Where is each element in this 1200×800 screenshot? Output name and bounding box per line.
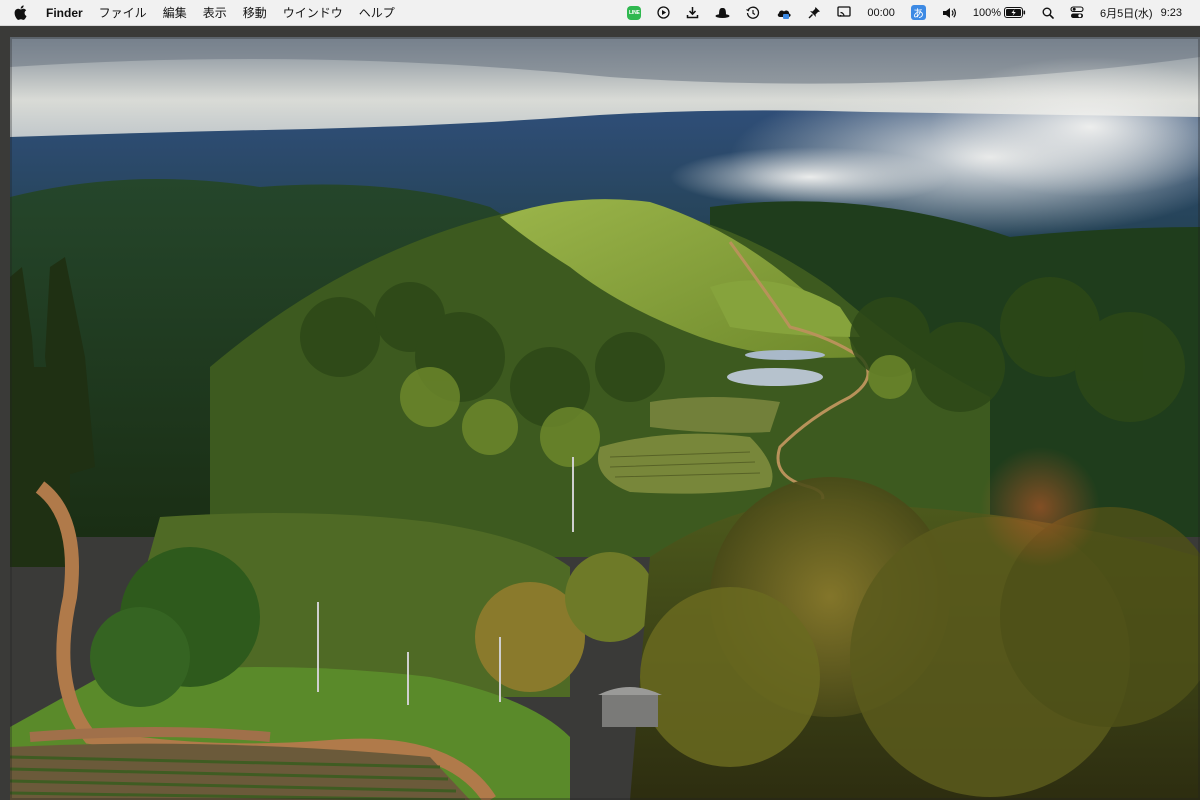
hat-icon (715, 7, 730, 18)
volume-icon (942, 7, 956, 18)
menu-help[interactable]: ヘルプ (351, 0, 403, 25)
line-icon: LINE (627, 5, 642, 20)
pin-status[interactable] (800, 0, 829, 25)
menu-bar: Finder ファイル 編集 表示 移動 ウインドウ ヘルプ LINE 00:0… (0, 0, 1200, 26)
clock-date[interactable]: 6月5日(水) (1092, 0, 1161, 25)
menu-window[interactable]: ウインドウ (275, 0, 351, 25)
app-menu-finder[interactable]: Finder (42, 0, 91, 25)
play-icon (657, 6, 670, 19)
line-status[interactable]: LINE (619, 0, 649, 25)
time-machine-status[interactable] (738, 0, 768, 25)
hat-status[interactable] (707, 0, 738, 25)
menu-left: Finder ファイル 編集 表示 移動 ウインドウ ヘルプ (0, 0, 403, 25)
timer-status[interactable]: 00:00 (859, 0, 903, 25)
input-method-icon: あ (910, 5, 926, 20)
search-icon (1042, 7, 1054, 19)
desktop[interactable] (0, 27, 1200, 800)
menu-view[interactable]: 表示 (195, 0, 235, 25)
input-method-status[interactable]: あ (903, 0, 934, 25)
spotlight-status[interactable] (1034, 0, 1062, 25)
control-center-icon (1070, 6, 1084, 18)
volume-status[interactable] (934, 0, 965, 25)
time-machine-icon (746, 6, 760, 19)
clock-time[interactable]: 9:23 (1161, 0, 1190, 25)
cloud-status[interactable] (768, 0, 800, 25)
menu-file[interactable]: ファイル (91, 0, 155, 25)
menu-edit[interactable]: 編集 (155, 0, 195, 25)
apple-icon[interactable] (14, 5, 28, 21)
battery-icon (1004, 7, 1026, 18)
wallpaper-photo (10, 37, 1200, 800)
download-status[interactable] (678, 0, 707, 25)
control-center-status[interactable] (1062, 0, 1092, 25)
pin-icon (808, 7, 821, 19)
cloud-icon (778, 9, 791, 19)
download-icon (687, 7, 699, 19)
battery-percent: 100% (972, 6, 1002, 19)
menu-go[interactable]: 移動 (235, 0, 275, 25)
battery-status[interactable]: 100% (965, 0, 1034, 25)
screen-mirror-status[interactable] (829, 0, 859, 25)
screen-mirror-icon (837, 6, 851, 17)
play-status[interactable] (649, 0, 678, 25)
status-area: LINE 00:00 あ 100% 6月5日(水) 9:23 (619, 0, 1200, 25)
